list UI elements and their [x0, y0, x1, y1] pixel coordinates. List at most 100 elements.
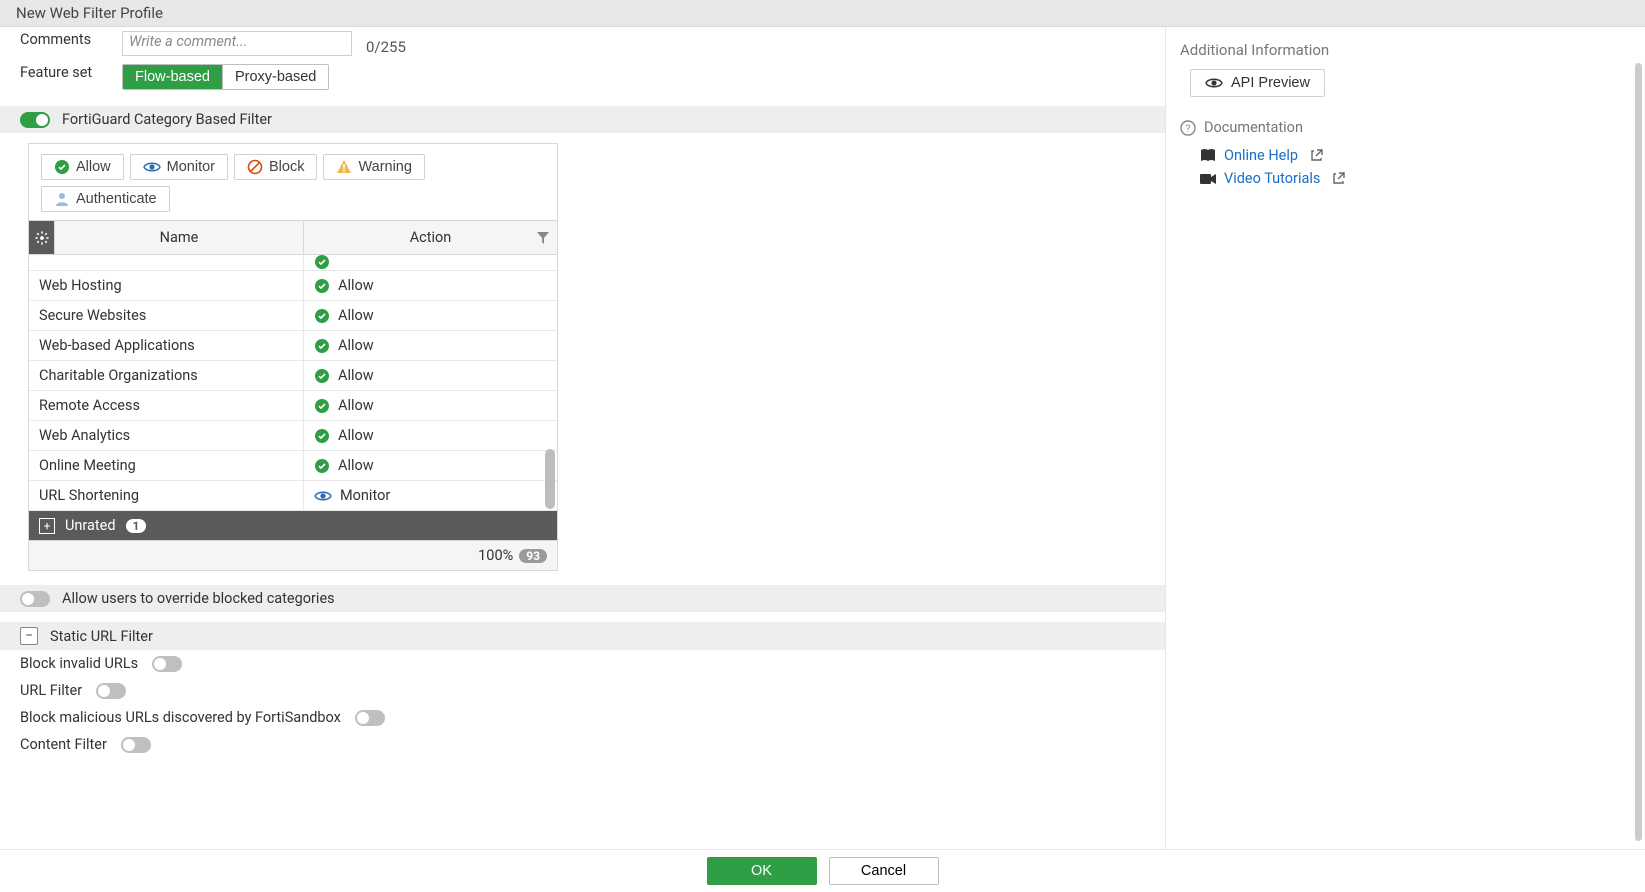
question-icon: ? — [1180, 120, 1196, 136]
static-url-row: URL Filter — [0, 677, 1165, 704]
table-header: Name Action — [29, 220, 557, 255]
table-footer: 100% 93 — [29, 540, 557, 570]
override-section: Allow users to override blocked categori… — [0, 585, 1165, 612]
category-filter-toggle[interactable] — [20, 112, 50, 128]
row-action: Allow — [338, 397, 374, 414]
table-row[interactable]: Web Hosting Allow — [29, 271, 557, 301]
sidebar-title: Additional Information — [1180, 41, 1627, 59]
eye-icon — [314, 489, 332, 503]
warning-button[interactable]: Warning — [323, 154, 424, 180]
override-toggle[interactable] — [20, 591, 50, 607]
flow-based-button[interactable]: Flow-based — [123, 65, 222, 89]
row-action: Allow — [338, 337, 374, 354]
main-panel: Comments 0/255 Feature set Flow-based Pr… — [0, 27, 1165, 849]
row-name: Web Hosting — [29, 271, 304, 300]
book-icon — [1200, 149, 1216, 163]
feature-set-row: Feature set Flow-based Proxy-based — [0, 60, 1165, 94]
action-toolbar: Allow Monitor Block Warning — [29, 144, 557, 220]
cancel-button[interactable]: Cancel — [829, 857, 939, 885]
switch-toggle[interactable] — [121, 737, 151, 753]
api-preview-button[interactable]: API Preview — [1190, 69, 1325, 97]
name-column-header[interactable]: Name — [55, 221, 304, 254]
row-name: Online Meeting — [29, 451, 304, 480]
table-row[interactable]: Web Analytics Allow — [29, 421, 557, 451]
row-name: Secure Websites — [29, 301, 304, 330]
switch-toggle[interactable] — [355, 710, 385, 726]
external-link-icon — [1332, 172, 1345, 185]
table-scrollbar[interactable] — [545, 255, 555, 511]
collapse-icon[interactable]: − — [20, 627, 38, 645]
sidebar-scrollbar[interactable] — [1635, 63, 1642, 841]
expand-icon[interactable]: + — [39, 518, 55, 534]
check-circle-icon — [54, 159, 70, 175]
override-label: Allow users to override blocked categori… — [62, 590, 335, 607]
row-action: Allow — [338, 277, 374, 294]
switch-label: Content Filter — [20, 736, 107, 753]
switch-toggle[interactable] — [96, 683, 126, 699]
switch-label: Block malicious URLs discovered by Forti… — [20, 709, 341, 726]
check-circle-icon — [314, 368, 330, 384]
proxy-based-button[interactable]: Proxy-based — [222, 65, 328, 89]
ban-icon — [247, 159, 263, 175]
ok-button[interactable]: OK — [707, 857, 817, 885]
filter-icon[interactable] — [537, 232, 549, 244]
video-icon — [1200, 173, 1216, 185]
info-sidebar: Additional Information API Preview ? Doc… — [1165, 27, 1645, 849]
authenticate-button[interactable]: Authenticate — [41, 186, 170, 212]
switch-toggle[interactable] — [152, 656, 182, 672]
window-title: New Web Filter Profile — [0, 0, 1645, 27]
row-name: Charitable Organizations — [29, 361, 304, 390]
category-table-card: Allow Monitor Block Warning — [28, 143, 558, 571]
table-row[interactable]: Web-based Applications Allow — [29, 331, 557, 361]
table-row[interactable]: Secure Websites Allow — [29, 301, 557, 331]
footer: OK Cancel — [0, 849, 1645, 892]
user-icon — [54, 191, 70, 207]
footer-percent: 100% — [478, 547, 513, 564]
row-action: Monitor — [340, 487, 390, 504]
footer-total-badge: 93 — [519, 549, 547, 563]
comments-row: Comments 0/255 — [0, 27, 1165, 60]
row-name: Web-based Applications — [29, 331, 304, 360]
table-row[interactable]: URL Shortening Monitor — [29, 481, 557, 511]
action-column-header[interactable]: Action — [304, 221, 557, 254]
comments-input[interactable] — [122, 31, 352, 56]
row-name: Remote Access — [29, 391, 304, 420]
static-url-title: Static URL Filter — [50, 628, 153, 645]
row-name: URL Shortening — [29, 481, 304, 510]
eye-icon — [143, 159, 161, 175]
row-action: Allow — [338, 427, 374, 444]
check-circle-icon — [314, 338, 330, 354]
table-row[interactable]: Online Meeting Allow — [29, 451, 557, 481]
static-url-header: − Static URL Filter — [0, 622, 1165, 650]
comments-label: Comments — [20, 31, 110, 48]
check-circle-icon — [314, 255, 330, 270]
gear-icon[interactable] — [29, 221, 55, 254]
row-name: Web Analytics — [29, 421, 304, 450]
row-action: Allow — [338, 367, 374, 384]
group-row-unrated[interactable]: + Unrated 1 — [29, 511, 557, 540]
documentation-header: ? Documentation — [1180, 119, 1627, 136]
monitor-button[interactable]: Monitor — [130, 154, 228, 180]
table-row[interactable] — [29, 255, 557, 271]
comments-count: 0/255 — [366, 38, 406, 56]
table-row[interactable]: Remote Access Allow — [29, 391, 557, 421]
block-button[interactable]: Block — [234, 154, 317, 180]
online-help-link[interactable]: Online Help — [1180, 144, 1627, 167]
row-action: Allow — [338, 307, 374, 324]
svg-text:?: ? — [1186, 124, 1191, 135]
allow-button[interactable]: Allow — [41, 154, 124, 180]
row-action: Allow — [338, 457, 374, 474]
check-circle-icon — [314, 398, 330, 414]
video-tutorials-link[interactable]: Video Tutorials — [1180, 167, 1627, 190]
static-url-row: Block malicious URLs discovered by Forti… — [0, 704, 1165, 731]
check-circle-icon — [314, 458, 330, 474]
static-url-row: Content Filter — [0, 731, 1165, 758]
switch-label: Block invalid URLs — [20, 655, 138, 672]
external-link-icon — [1310, 149, 1323, 162]
table-body: Web HostingAllowSecure WebsitesAllowWeb-… — [29, 255, 557, 511]
eye-icon — [1205, 76, 1223, 90]
table-row[interactable]: Charitable Organizations Allow — [29, 361, 557, 391]
feature-set-label: Feature set — [20, 64, 110, 81]
category-filter-title: FortiGuard Category Based Filter — [62, 111, 272, 128]
check-circle-icon — [314, 278, 330, 294]
